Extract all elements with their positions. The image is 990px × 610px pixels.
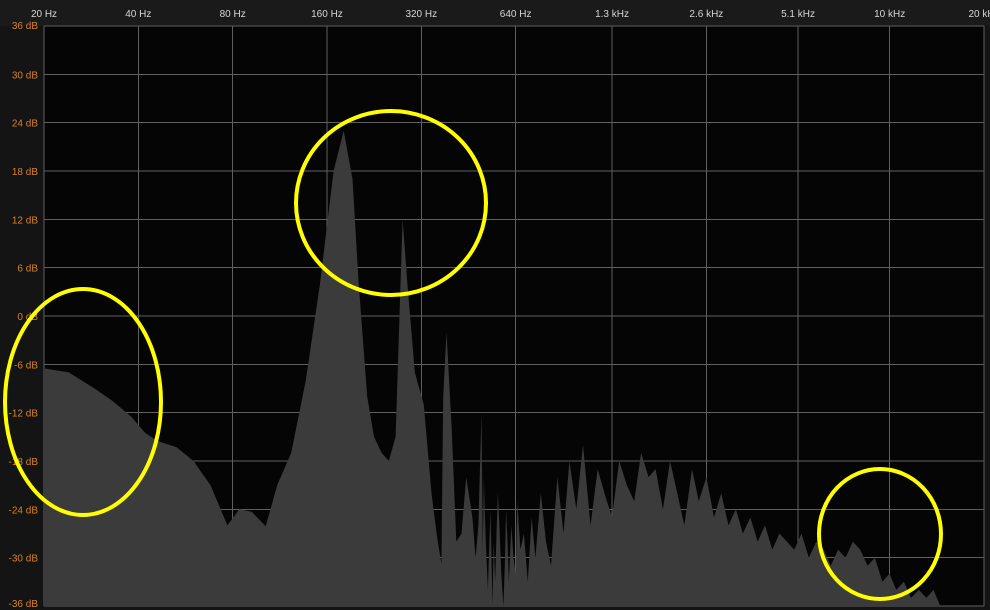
y-tick-label: -18 dB	[9, 457, 39, 468]
y-tick-label: -6 dB	[14, 360, 38, 371]
spectrum-analyzer-chart: 20 Hz 40 Hz 80 Hz 160 Hz 320 Hz 640 Hz 1.3 kHz…	[0, 0, 990, 610]
y-tick-label: 24 dB	[12, 119, 38, 130]
y-tick-label: -30 dB	[9, 554, 39, 565]
y-tick-label: 18 dB	[12, 167, 38, 178]
y-tick-label: 30 dB	[12, 70, 38, 81]
x-tick-label: 80 Hz	[220, 9, 246, 20]
x-tick-label: 640 Hz	[500, 9, 532, 20]
x-tick-label: 320 Hz	[405, 9, 437, 20]
x-tick-label: 20 kHz	[968, 9, 990, 20]
x-tick-label: 1.3 kHz	[595, 9, 629, 20]
y-tick-label: 6 dB	[17, 264, 38, 275]
y-tick-label: -12 dB	[9, 409, 39, 420]
x-tick-label: 160 Hz	[311, 9, 343, 20]
x-tick-label: 40 Hz	[125, 9, 151, 20]
x-tick-label: 5.1 kHz	[781, 9, 815, 20]
y-tick-label: 12 dB	[12, 215, 38, 226]
x-tick-label: 20 Hz	[31, 9, 57, 20]
x-tick-label: 10 kHz	[874, 9, 905, 20]
y-tick-label: -24 dB	[9, 505, 39, 516]
y-tick-label: -36 dB	[9, 599, 39, 610]
y-tick-label: 36 dB	[12, 21, 38, 32]
x-tick-label: 2.6 kHz	[689, 9, 723, 20]
